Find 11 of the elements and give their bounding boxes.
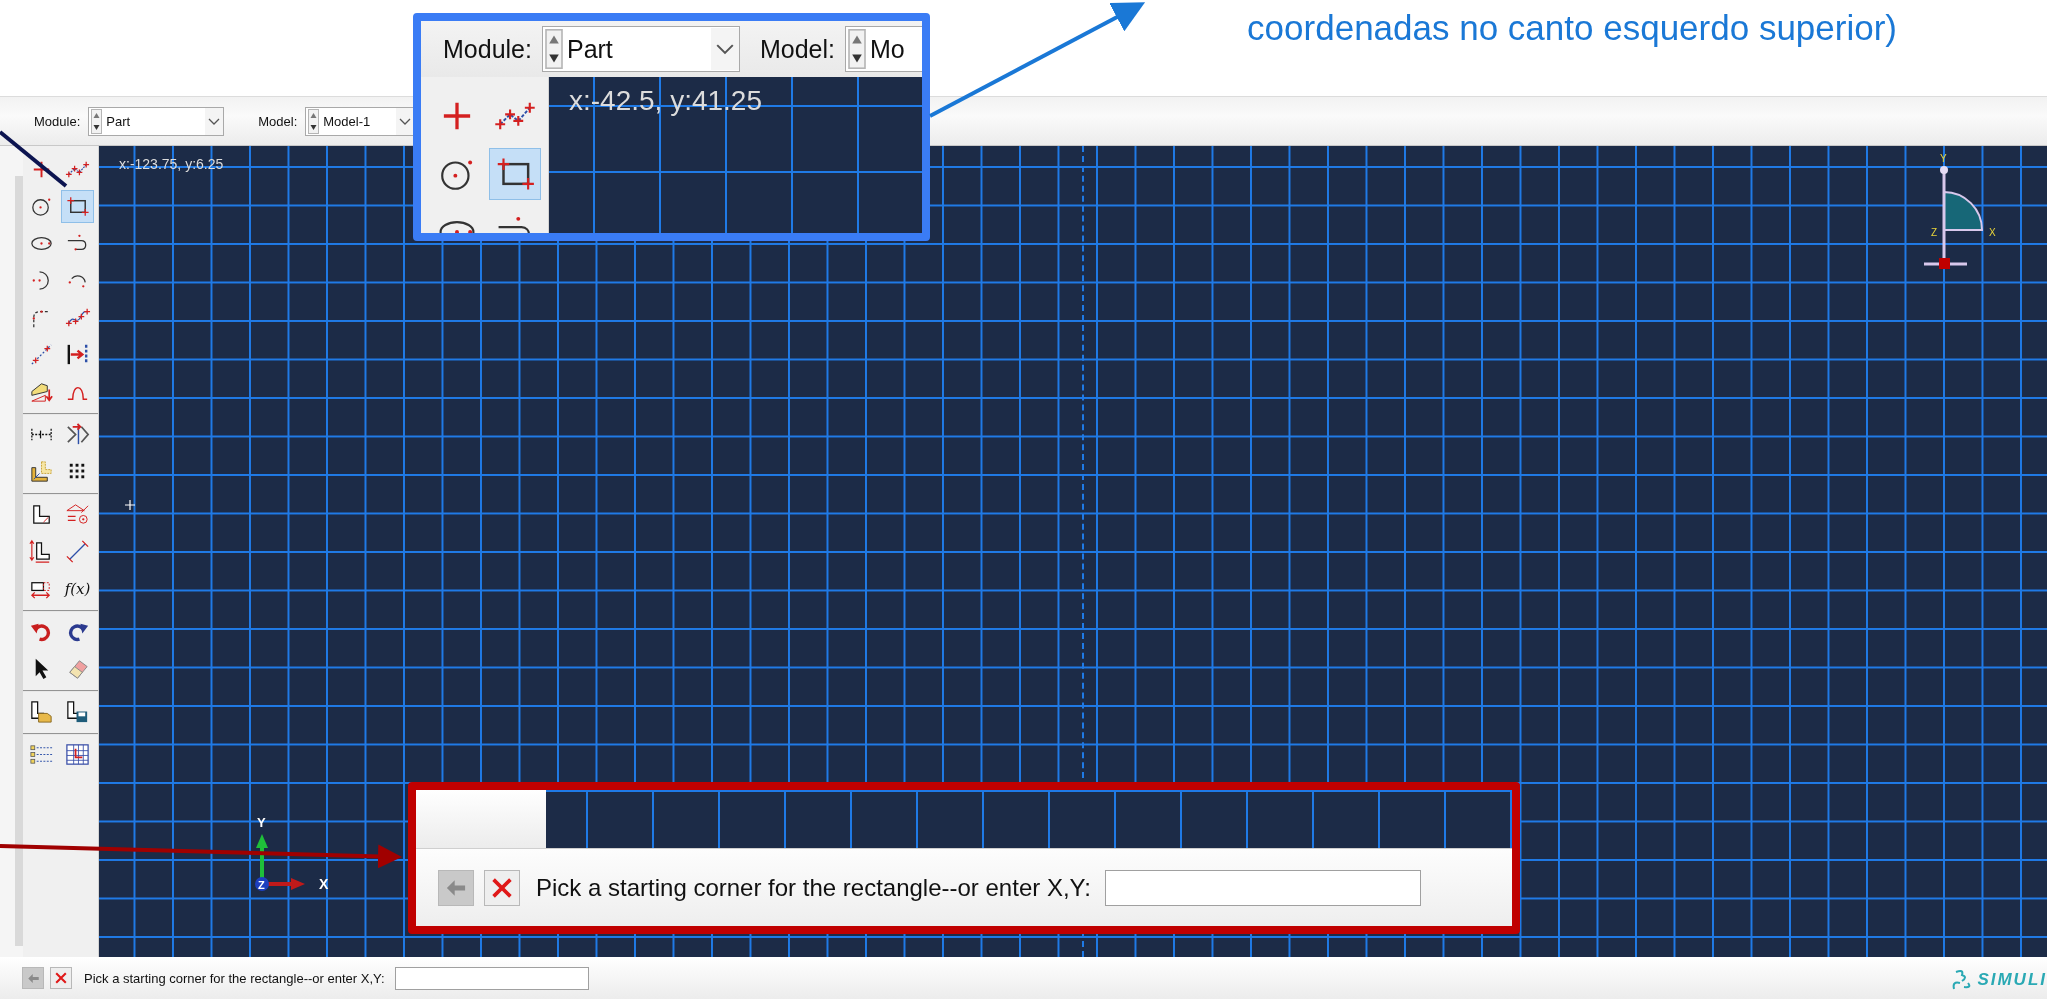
axis-label: Z [258, 879, 265, 891]
field-label: Model: [759, 34, 835, 64]
brand-logo-text: SIMULI [1977, 970, 2047, 990]
annotation-text: coordenadas no canto esquerdo superior) [1247, 8, 1897, 48]
field-label: Module: [443, 34, 532, 64]
prompt-text: Pick a starting corner for the rectangle--or enter X,Y: [84, 970, 385, 986]
axis-label: X [1989, 227, 1996, 238]
field-label: Module: [34, 113, 81, 129]
prompt-text: Pick a starting corner for the rectangle--or enter X,Y: [536, 873, 1091, 902]
field-label: Model: [258, 113, 298, 129]
axis-label: Z [1931, 227, 1938, 238]
